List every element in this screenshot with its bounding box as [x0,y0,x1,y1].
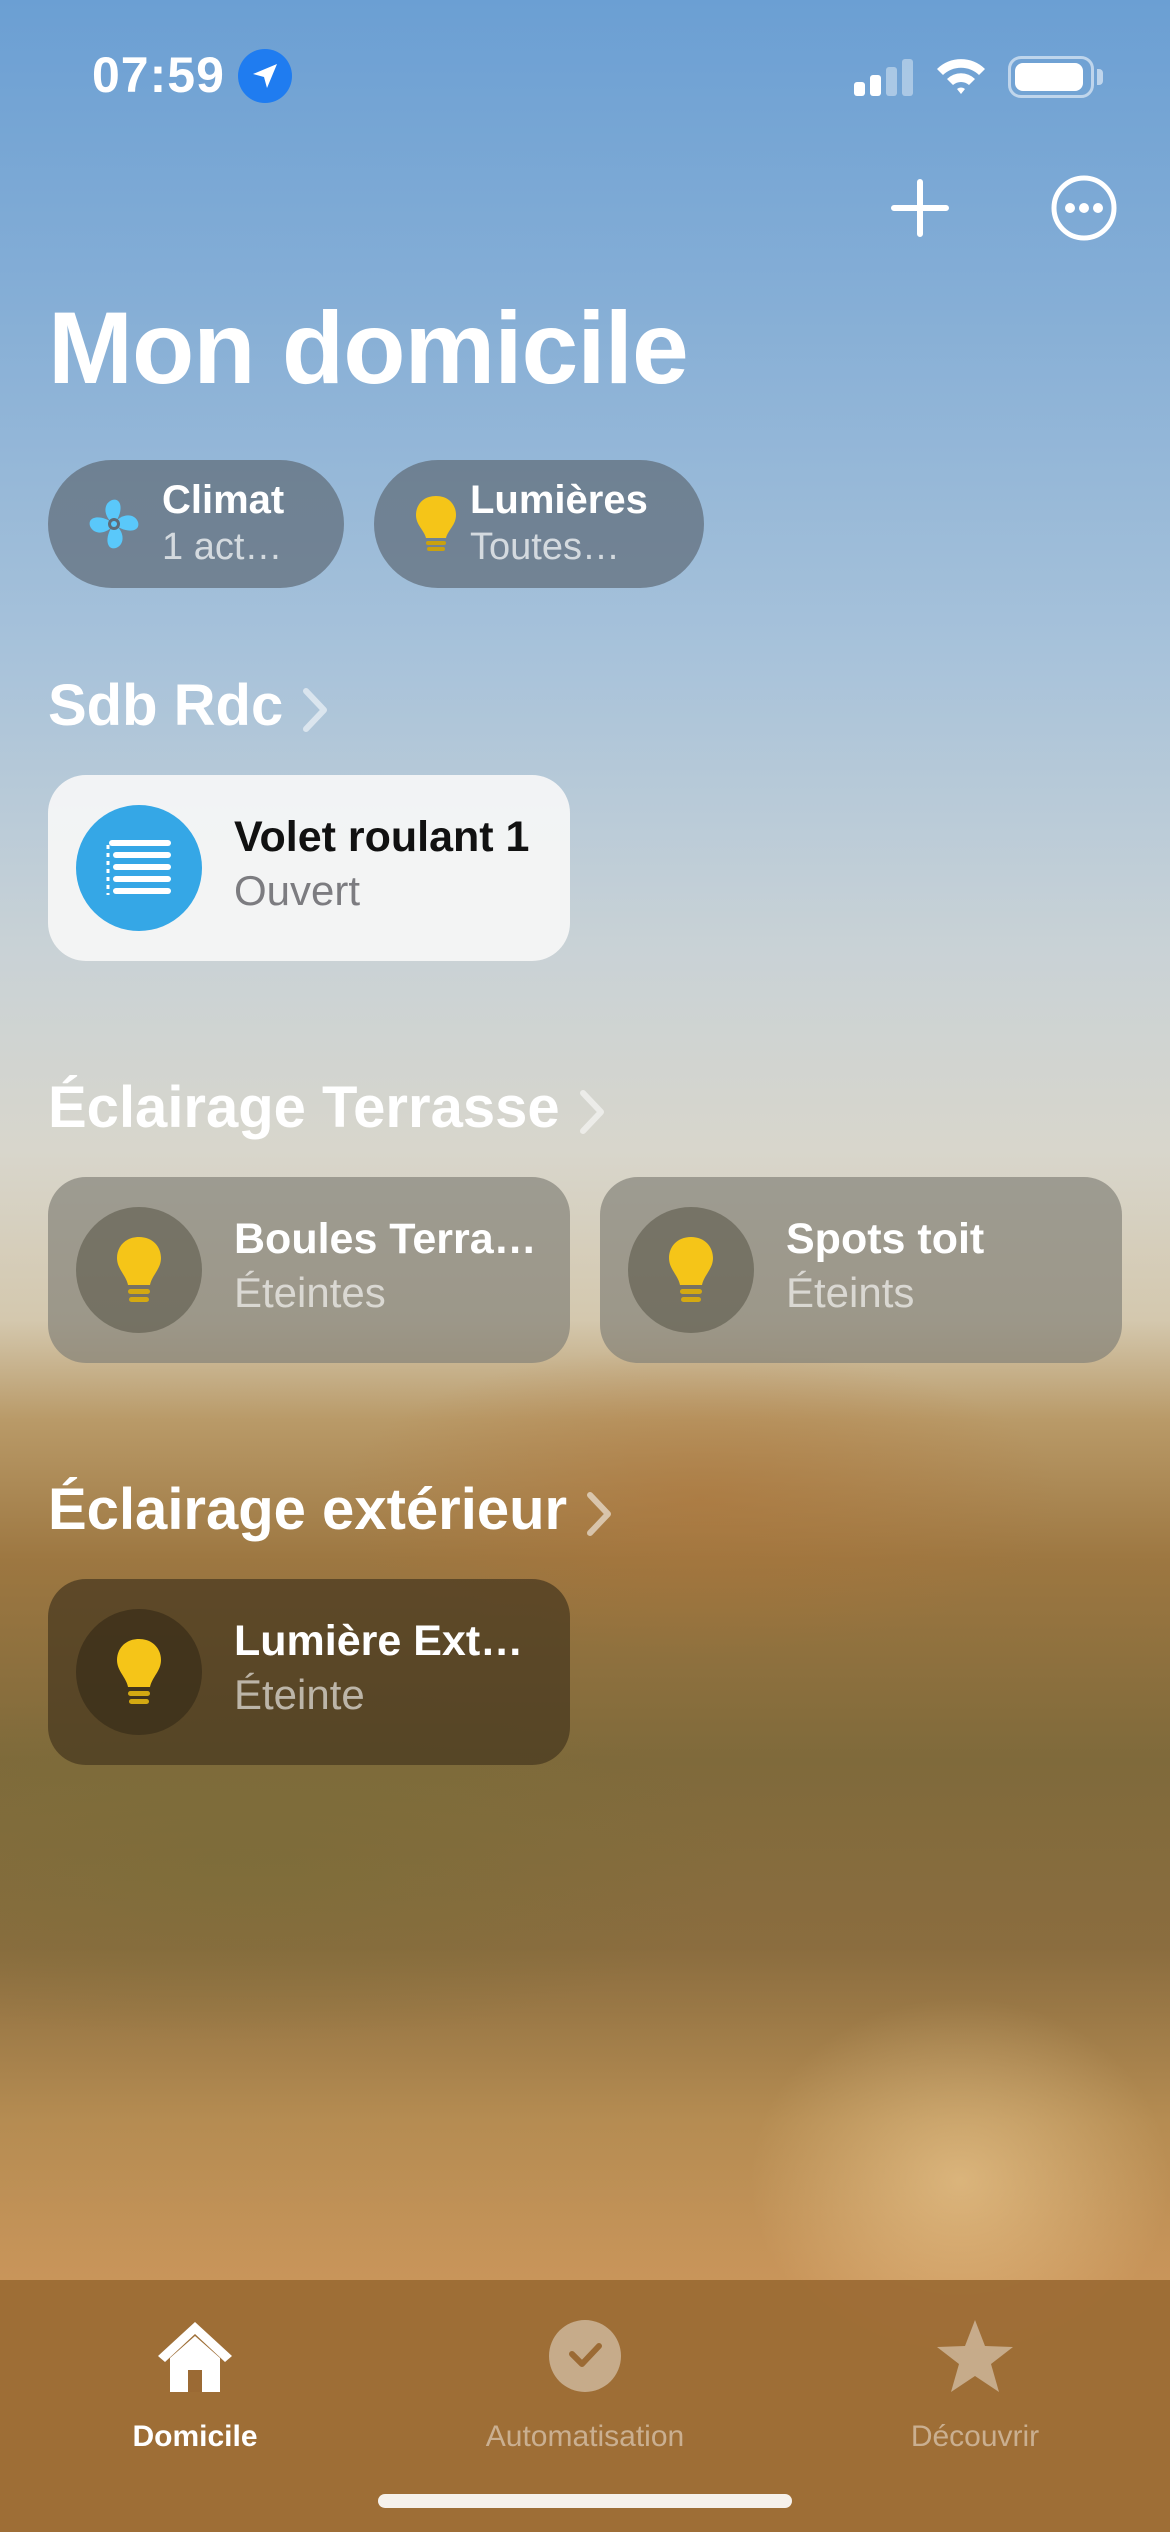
accessory-state: Éteintes [234,1269,386,1316]
chip-subtitle: Toutes… [470,526,620,568]
status-bar: 07:59 [0,0,1170,150]
chevron-right-icon [579,1089,604,1134]
house-icon [158,2322,232,2392]
room-header-sdb-rdc[interactable]: Sdb Rdc [48,672,329,739]
chip-subtitle: 1 act… [162,526,283,568]
chip-lumieres[interactable]: Lumières Toutes… [374,460,704,588]
lightbulb-icon [76,1207,202,1333]
battery-tip [1097,69,1103,85]
accessory-state: Éteinte [234,1671,365,1718]
accessory-name: Boules Terra… [234,1215,537,1263]
chip-title: Lumières [470,478,648,522]
chip-title: Climat [162,478,285,522]
more-options-button[interactable] [1048,172,1120,244]
clock-check-icon [549,2320,621,2392]
status-time: 07:59 [92,47,225,103]
accessory-state: Éteints [786,1269,915,1316]
tab-automatisation[interactable]: Automatisation [420,2300,750,2460]
tab-label: Automatisation [485,2420,685,2453]
room-title: Éclairage Terrasse [48,1075,560,1140]
accessory-name: Volet roulant 1 [234,813,530,861]
tab-domicile[interactable]: Domicile [30,2300,360,2460]
accessory-name: Spots toit [786,1215,985,1263]
location-arrow-icon [238,49,292,103]
room-header-eclairage-exterieur[interactable]: Éclairage extérieur [48,1476,613,1543]
room-title: Sdb Rdc [48,673,284,738]
battery-level [1015,63,1083,91]
chevron-right-icon [587,1491,612,1536]
accessory-name: Lumière Ext… [234,1617,524,1665]
cellular-signal-icon [854,56,914,96]
fan-icon [89,499,139,549]
lightbulb-icon [628,1207,754,1333]
accessory-tile-boules-terrasse[interactable]: Boules Terra… Éteintes [48,1177,570,1363]
accessory-tile-lumiere-exterieure[interactable]: Lumière Ext… Éteinte [48,1579,570,1765]
add-button[interactable] [884,172,956,244]
chevron-right-icon [303,687,328,732]
page-title: Mon domicile [48,291,689,405]
star-icon [937,2320,1013,2392]
window-blind-icon [76,805,202,931]
battery-icon [1008,56,1094,98]
chip-climat[interactable]: Climat 1 act… [48,460,344,588]
tab-label: Domicile [132,2420,258,2453]
room-header-eclairage-terrasse[interactable]: Éclairage Terrasse [48,1074,606,1141]
ellipsis-circle-icon [1051,175,1117,241]
room-title: Éclairage extérieur [48,1477,568,1542]
accessory-tile-spots-toit[interactable]: Spots toit Éteints [600,1177,1122,1363]
tab-decouvrir[interactable]: Découvrir [810,2300,1140,2460]
accessory-state: Ouvert [234,867,361,914]
home-indicator[interactable] [378,2494,792,2508]
lightbulb-icon [76,1609,202,1735]
accessory-tile-volet-roulant-1[interactable]: Volet roulant 1 Ouvert [48,775,570,961]
wifi-icon [937,59,985,94]
plus-icon [891,179,949,237]
tab-label: Découvrir [910,2420,1040,2453]
lightbulb-icon [416,496,456,551]
